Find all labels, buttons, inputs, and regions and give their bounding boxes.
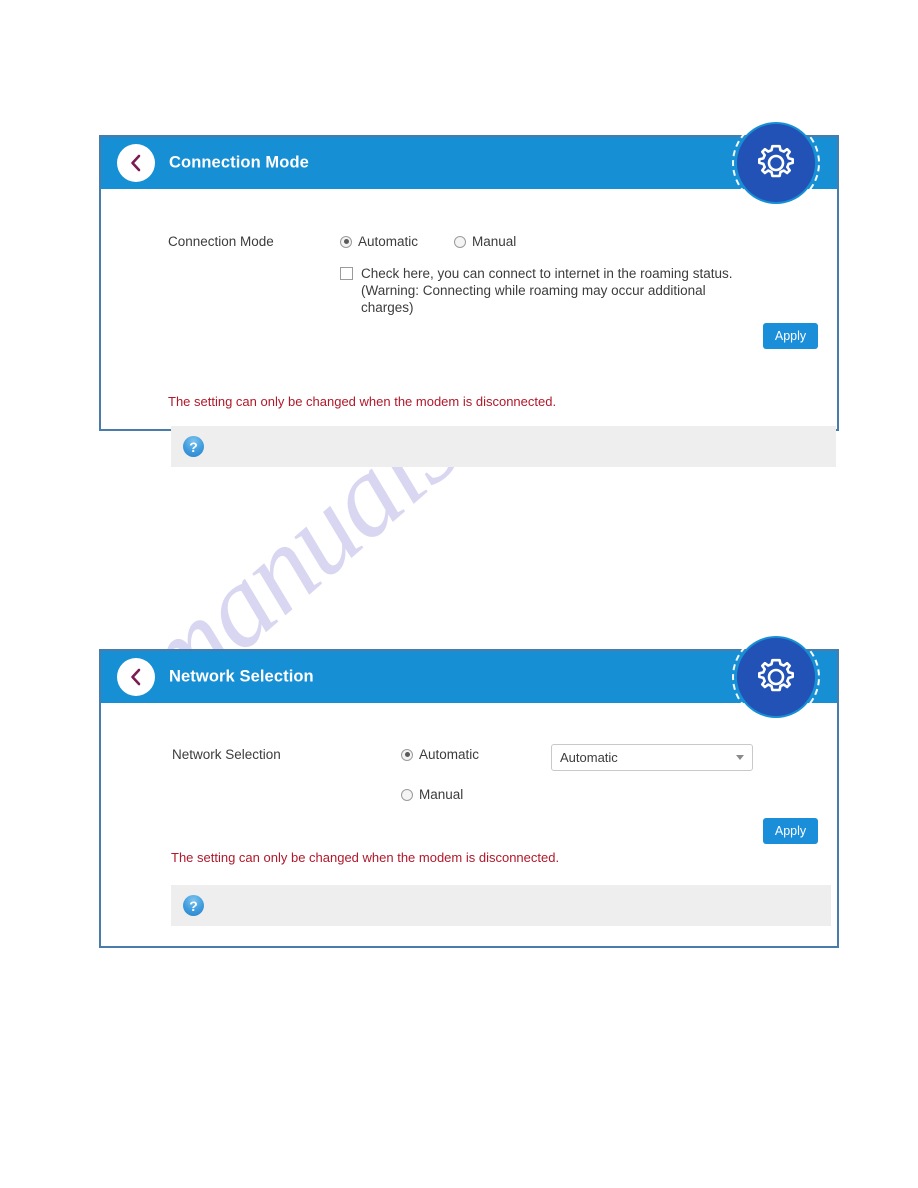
- radio-indicator: [340, 235, 352, 248]
- radio-indicator: [454, 235, 466, 248]
- roaming-checkbox-label: Check here, you can connect to internet …: [361, 266, 733, 315]
- panel-header: Network Selection: [101, 633, 837, 721]
- radio-indicator: [401, 788, 413, 801]
- radio-label: Manual: [472, 234, 517, 249]
- roaming-checkbox[interactable]: [340, 267, 353, 280]
- panel-header: Connection Mode: [101, 119, 837, 207]
- page-title: Connection Mode: [169, 153, 309, 172]
- radio-connection-mode-manual[interactable]: Manual: [454, 234, 516, 249]
- connection-mode-label: Connection Mode: [168, 234, 274, 249]
- radio-label: Manual: [419, 787, 464, 802]
- panel-connection-mode: Connection Mode Connection Mode Automati…: [99, 119, 839, 467]
- gear-icon: [754, 655, 798, 699]
- roaming-checkbox-row[interactable]: Check here, you can connect to internet …: [340, 265, 770, 316]
- page-title: Network Selection: [169, 667, 314, 686]
- warning-message: The setting can only be changed when the…: [168, 394, 557, 409]
- radio-indicator: [401, 748, 413, 761]
- back-button[interactable]: [117, 658, 155, 696]
- apply-button[interactable]: Apply: [763, 323, 818, 349]
- back-button[interactable]: [117, 144, 155, 182]
- question-mark-icon[interactable]: ?: [183, 436, 204, 457]
- panel-body: Network Selection Automatic Manual Autom…: [101, 703, 837, 946]
- question-mark-icon[interactable]: ?: [183, 895, 204, 916]
- panel-body: Connection Mode Automatic Manual Check h…: [101, 189, 837, 467]
- panel-network-selection: Network Selection Network Selection Auto…: [99, 633, 839, 948]
- radio-network-selection-automatic[interactable]: Automatic: [401, 747, 479, 762]
- chevron-left-icon: [129, 154, 143, 172]
- gear-icon: [754, 141, 798, 185]
- warning-message: The setting can only be changed when the…: [171, 850, 560, 865]
- network-selection-label: Network Selection: [172, 747, 281, 762]
- chevron-down-icon: [736, 755, 744, 760]
- help-bar: ?: [171, 885, 831, 926]
- apply-button[interactable]: Apply: [763, 818, 818, 844]
- network-select-value: Automatic: [560, 750, 618, 765]
- radio-connection-mode-automatic[interactable]: Automatic: [340, 234, 418, 249]
- radio-network-selection-manual[interactable]: Manual: [401, 787, 463, 802]
- radio-label: Automatic: [358, 234, 419, 249]
- network-select[interactable]: Automatic: [551, 744, 753, 771]
- radio-label: Automatic: [419, 747, 480, 762]
- chevron-left-icon: [129, 668, 143, 686]
- help-bar: ?: [171, 426, 836, 467]
